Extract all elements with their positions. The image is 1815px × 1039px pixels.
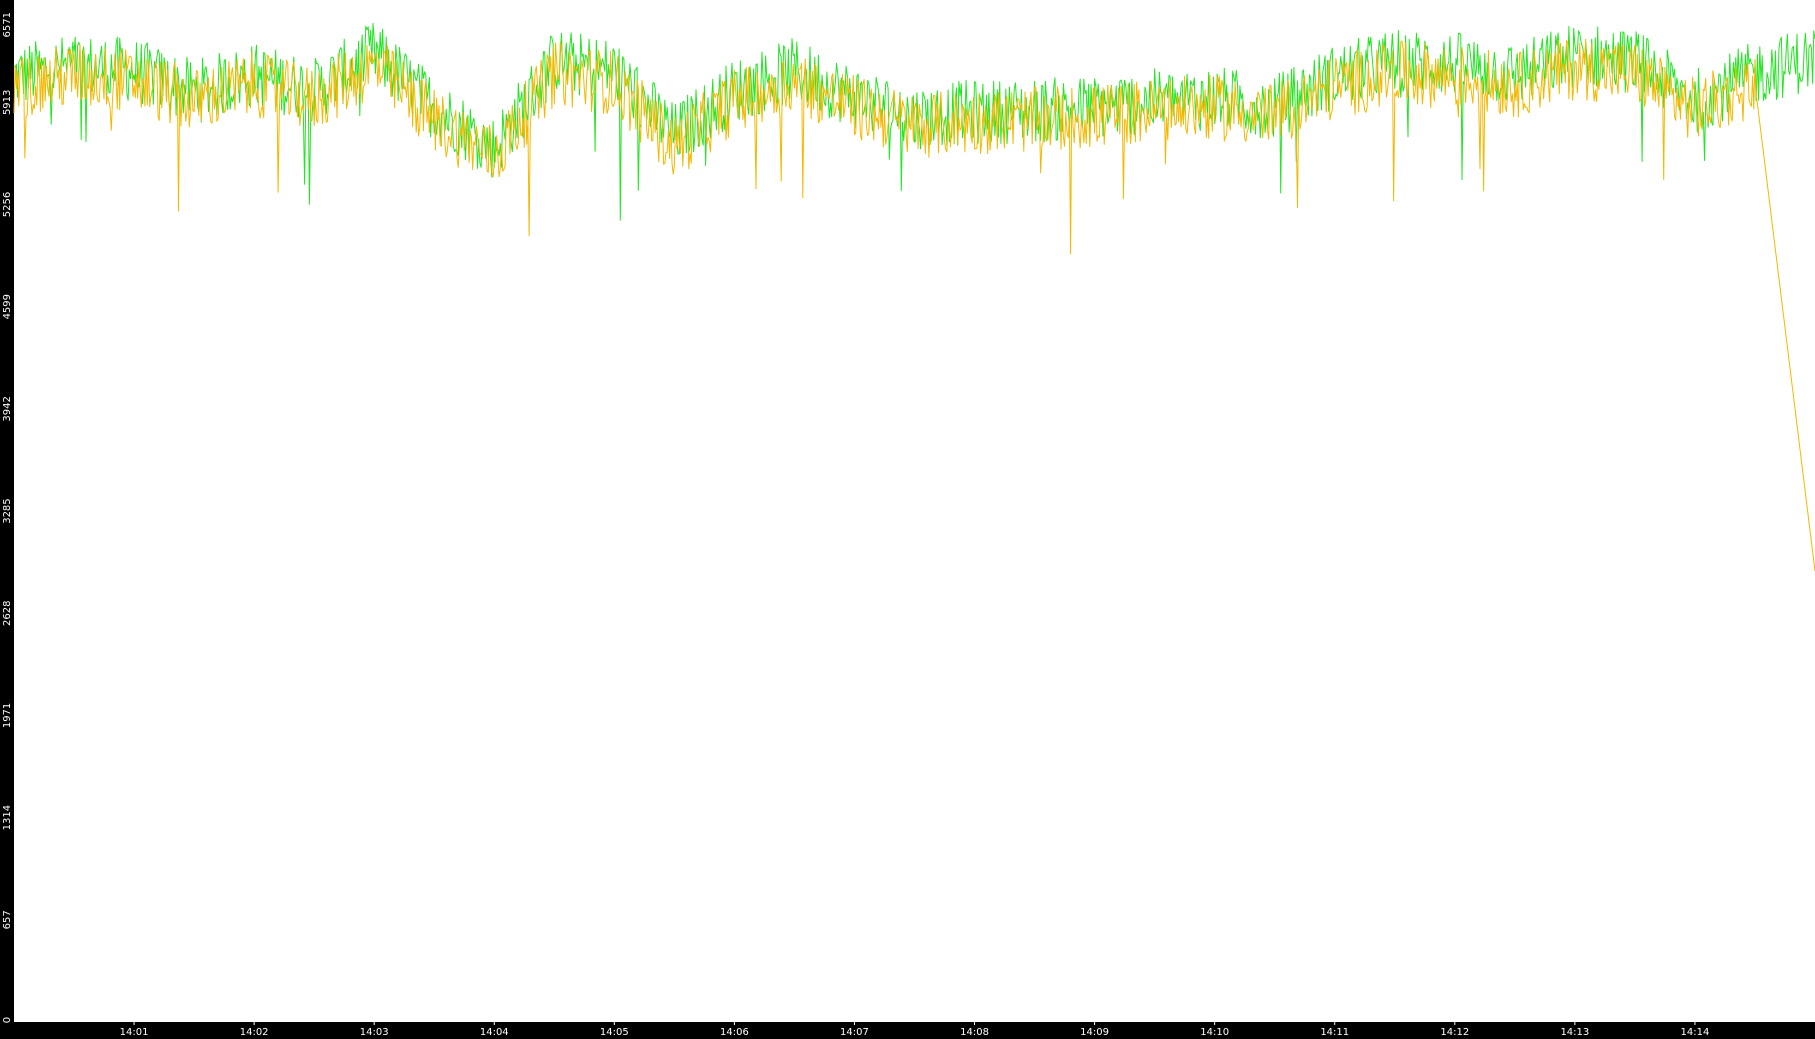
y-axis: 0 657 1314 1971 2628 3285 3942 4599 5256 5913 6571	[2, 12, 13, 1023]
x-tick-label: 14:08	[960, 1027, 989, 1038]
y-tick-label: 2628	[2, 601, 13, 626]
y-tick-label: 657	[2, 910, 13, 929]
x-tick-label: 14:12	[1440, 1027, 1469, 1038]
x-tick-label: 14:01	[120, 1027, 149, 1038]
y-tick-label: 1314	[2, 805, 13, 830]
x-tick-label: 14:02	[240, 1027, 269, 1038]
x-tick-label: 14:03	[360, 1027, 389, 1038]
x-tick-label: 14:10	[1200, 1027, 1229, 1038]
plot-area	[14, 0, 1815, 1022]
x-tick-label: 14:11	[1320, 1027, 1349, 1038]
x-tick-label: 14:05	[600, 1027, 629, 1038]
x-tick-label: 14:14	[1681, 1027, 1710, 1038]
y-tick-label: 4599	[2, 294, 13, 319]
x-tick-label: 14:13	[1560, 1027, 1589, 1038]
x-tick-label: 14:07	[840, 1027, 869, 1038]
y-tick-label: 0	[2, 1017, 13, 1023]
x-tick-label: 14:06	[720, 1027, 749, 1038]
y-tick-label: 3942	[2, 396, 13, 421]
line-chart: 0 657 1314 1971 2628 3285 3942 4599 5256 5913 6571…	[2, 0, 1815, 1038]
y-tick-label: 5913	[2, 90, 13, 115]
y-tick-label: 6571	[2, 12, 13, 37]
chart-root: 0 657 1314 1971 2628 3285 3942 4599 5256 5913 6571…	[0, 0, 1815, 1039]
y-tick-label: 5256	[2, 192, 13, 217]
x-axis: 14:01 14:02 14:03 14:04 14:05 14:06 14:07 14:08…	[120, 1022, 1710, 1038]
y-tick-label: 1971	[2, 703, 13, 728]
x-tick-label: 14:09	[1080, 1027, 1109, 1038]
x-tick-label: 14:04	[480, 1027, 509, 1038]
y-tick-label: 3285	[2, 498, 13, 523]
